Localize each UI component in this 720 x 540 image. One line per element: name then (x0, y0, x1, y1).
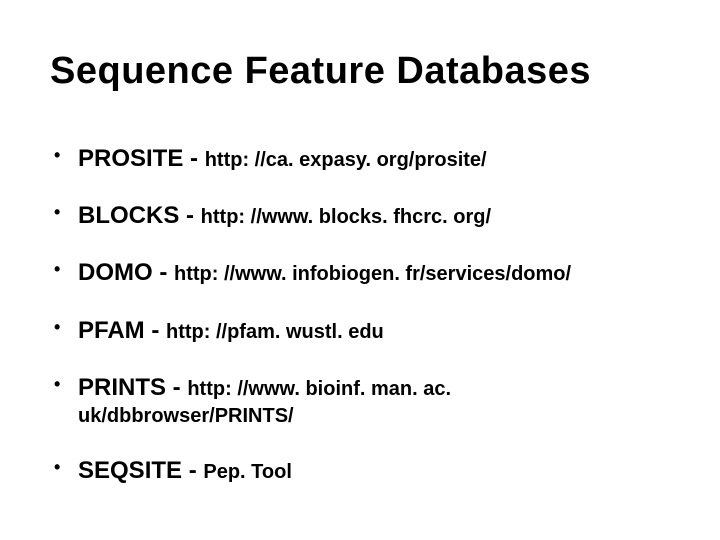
database-name: PROSITE (78, 145, 183, 172)
separator: - (182, 457, 203, 484)
separator: - (183, 145, 204, 172)
database-name: SEQSITE (78, 457, 182, 484)
list-item: PRINTS - http: //www. bioinf. man. ac. u… (78, 372, 670, 429)
database-url: http: //www. infobiogen. fr/services/dom… (174, 263, 571, 285)
database-url: Pep. Tool (203, 461, 292, 483)
list-item: BLOCKS - http: //www. blocks. fhcrc. org… (78, 200, 670, 231)
separator: - (145, 317, 166, 344)
database-name: PFAM (78, 317, 145, 344)
database-url: http: //ca. expasy. org/prosite/ (205, 149, 487, 171)
separator: - (153, 259, 174, 286)
list-item: DOMO - http: //www. infobiogen. fr/servi… (78, 257, 670, 288)
separator: - (179, 202, 200, 229)
list-item: PROSITE - http: //ca. expasy. org/prosit… (78, 143, 670, 174)
separator: - (166, 374, 187, 401)
database-list: PROSITE - http: //ca. expasy. org/prosit… (50, 143, 670, 486)
database-url: http: //www. blocks. fhcrc. org/ (201, 206, 491, 228)
slide: Sequence Feature Databases PROSITE - htt… (0, 0, 720, 540)
database-name: PRINTS (78, 374, 166, 401)
database-url: http: //pfam. wustl. edu (166, 321, 384, 343)
list-item: SEQSITE - Pep. Tool (78, 455, 670, 486)
page-title: Sequence Feature Databases (50, 50, 670, 93)
database-name: DOMO (78, 259, 153, 286)
database-name: BLOCKS (78, 202, 179, 229)
list-item: PFAM - http: //pfam. wustl. edu (78, 315, 670, 346)
